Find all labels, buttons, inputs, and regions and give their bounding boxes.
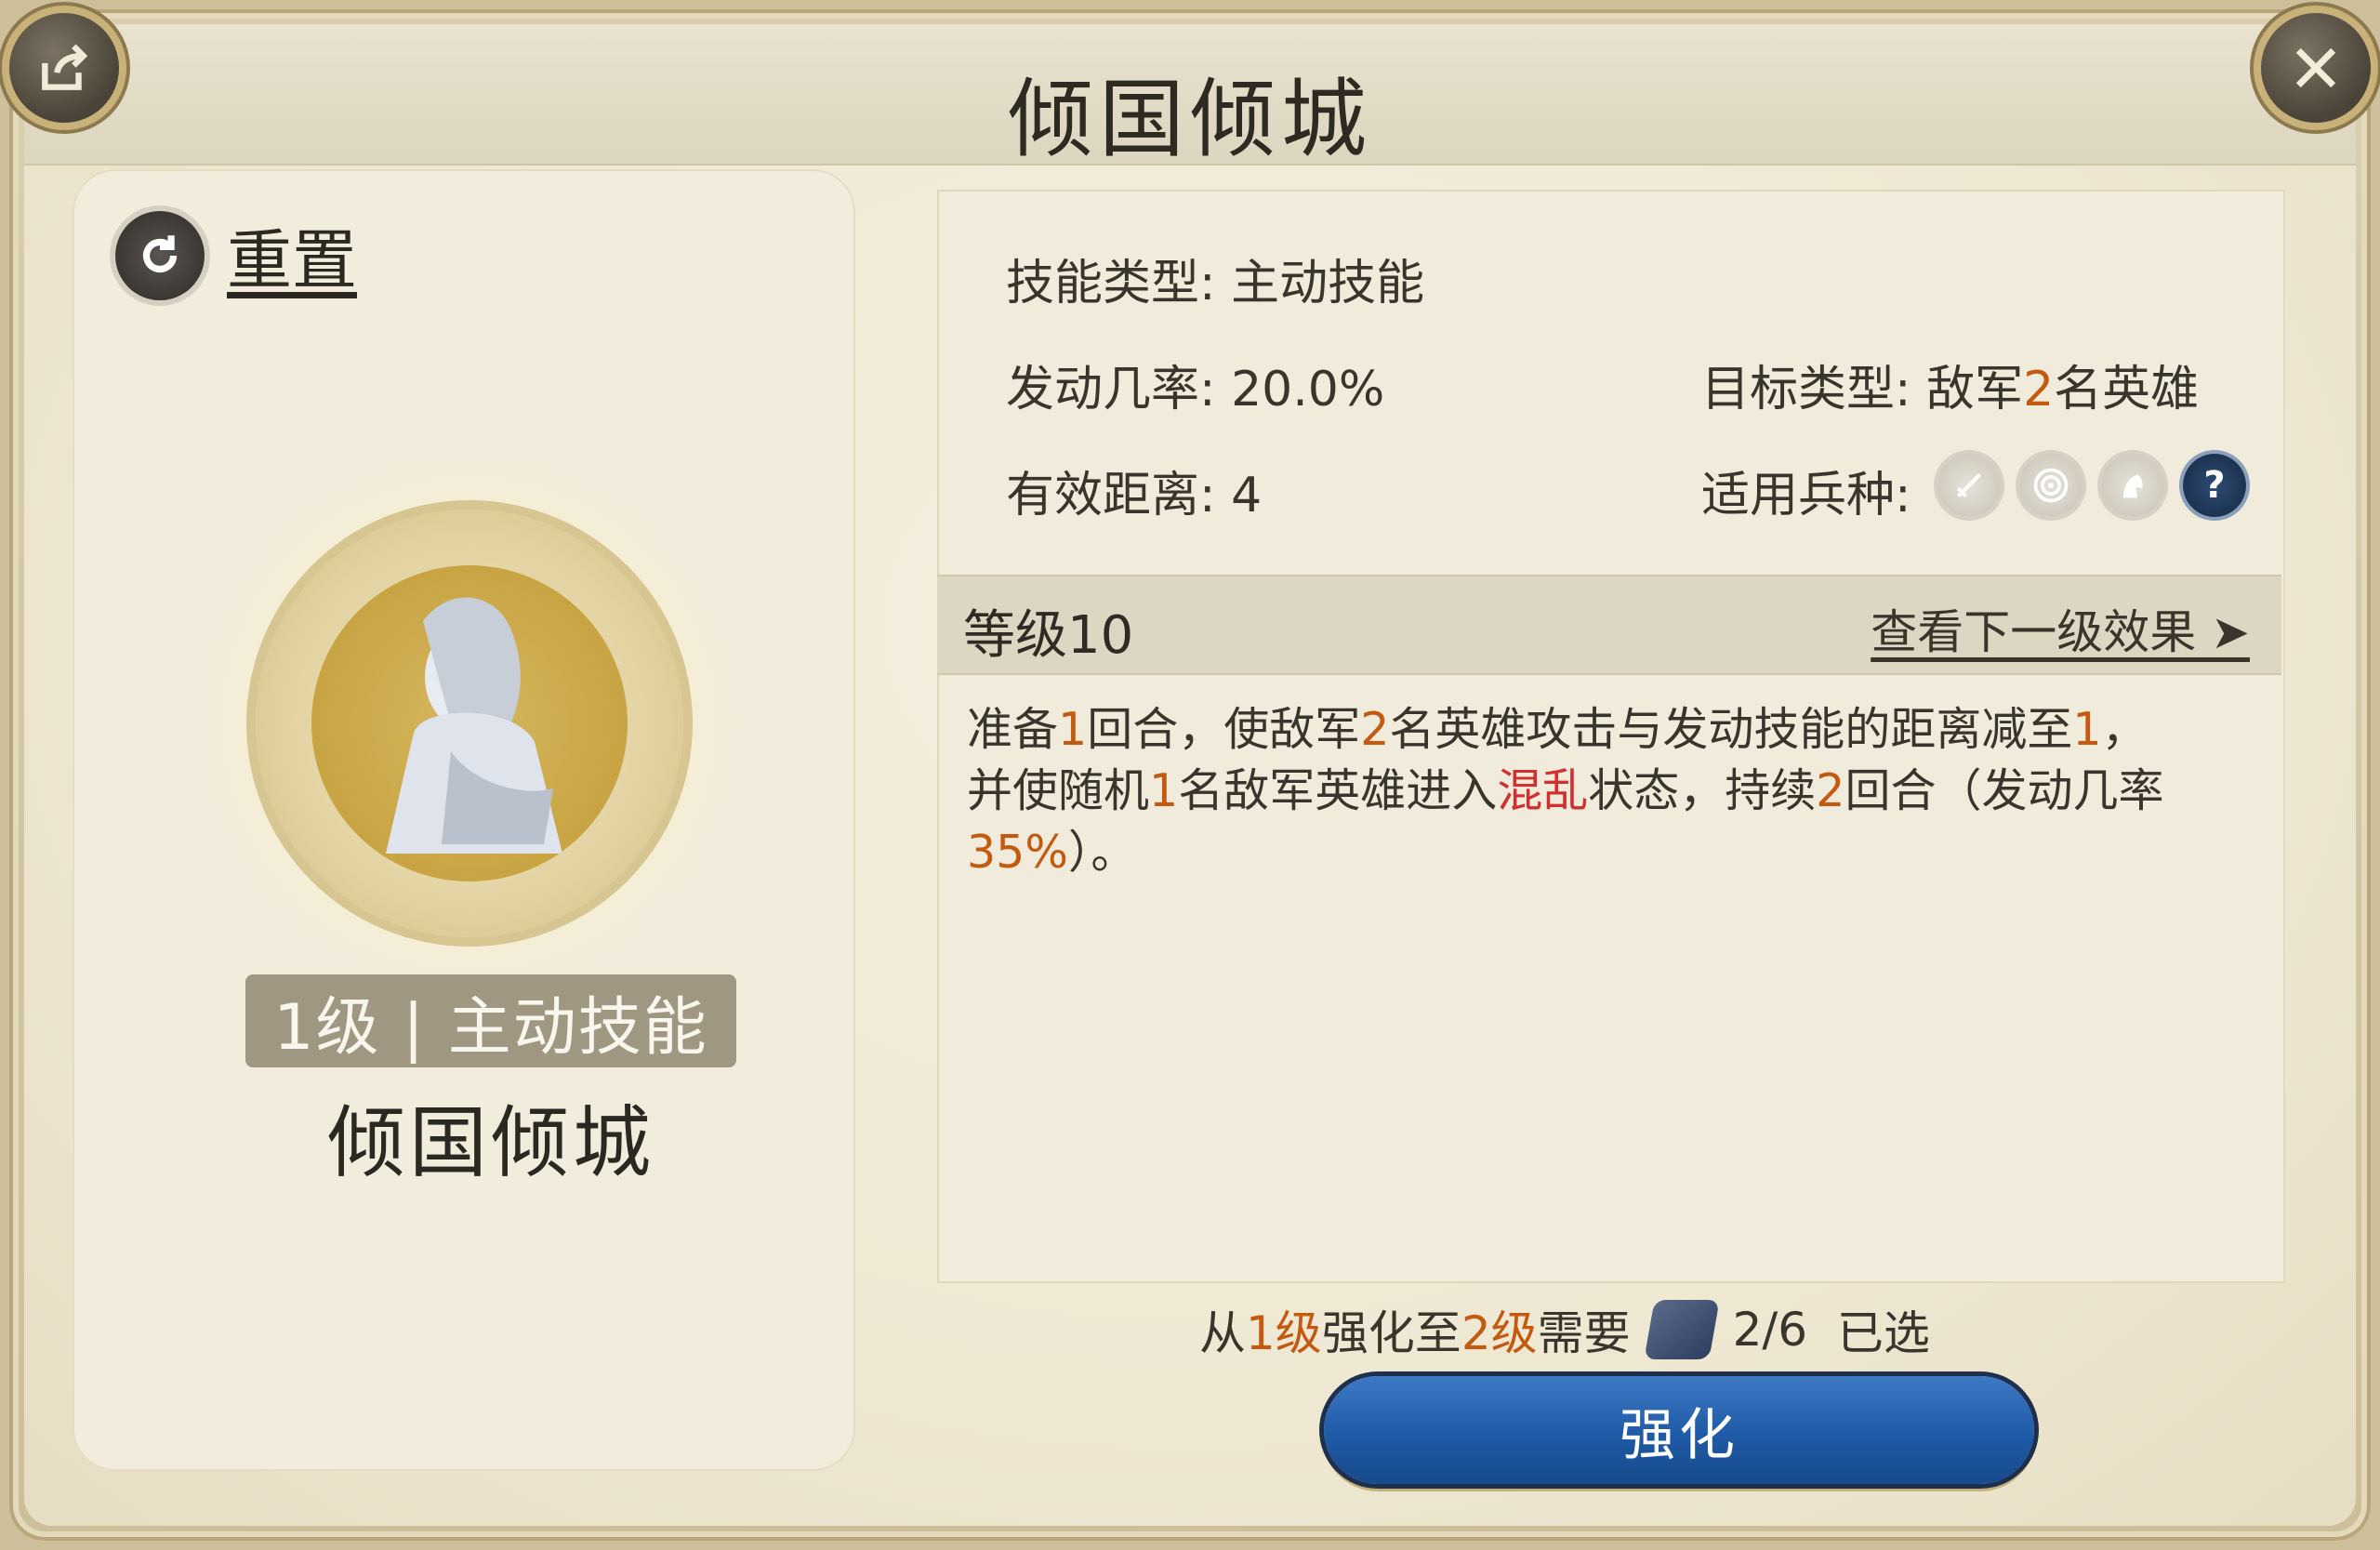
desc-text: 并使随机 — [967, 764, 1150, 817]
desc-number: 1 — [2072, 703, 2102, 756]
skill-name: 倾国倾城 — [326, 1097, 654, 1188]
desc-text: 状态，持续 — [1588, 764, 1817, 817]
infantry-icon[interactable] — [1937, 454, 2001, 517]
upgrade-amount-suffix: 已选 — [1836, 1306, 1930, 1360]
share-icon — [42, 44, 88, 90]
desc-number: 1 — [1149, 764, 1179, 817]
trigger-rate-label: 发动几率: — [1006, 362, 1216, 417]
help-icon[interactable]: ? — [2183, 454, 2246, 517]
skill-level-badge: 1级 | 主动技能 — [245, 974, 736, 1067]
range-value: 4 — [1231, 468, 1263, 523]
desc-text: 名敌军英雄进入 — [1178, 764, 1498, 817]
upgrade-from-text: 从 — [1199, 1306, 1246, 1360]
reset-label: 重置 — [227, 222, 357, 298]
skill-portrait — [256, 510, 683, 937]
archer-icon[interactable] — [2019, 454, 2082, 517]
desc-text: ）。 — [1067, 826, 1137, 879]
troop-type-icons: ? — [1937, 454, 2246, 517]
dialog-title: 倾国倾城 — [1007, 70, 1372, 169]
skill-book-icon — [1643, 1300, 1720, 1359]
target-type: 目标类型: 敌军2名英雄 — [1701, 350, 2199, 419]
desc-number: 1 — [1058, 703, 1088, 756]
close-icon — [2295, 47, 2336, 88]
desc-status-keyword: 混乱 — [1497, 764, 1589, 817]
share-button[interactable] — [9, 13, 119, 123]
desc-text: 名英雄攻击与发动技能的距离减至 — [1389, 703, 2073, 756]
reset-icon — [115, 210, 205, 300]
skill-type-value: 主动技能 — [1231, 256, 1425, 311]
skill-description: 准备1回合，使敌军2名英雄攻击与发动技能的距离减至1， 并使随机1名敌军英雄进入… — [967, 699, 2259, 883]
desc-text: 回合，使敌军 — [1087, 703, 1361, 756]
upgrade-to-text: 强化至 — [1321, 1306, 1461, 1360]
desc-number: 35% — [967, 826, 1068, 879]
skill-type: 技能类型: 主动技能 — [1006, 244, 1424, 313]
level-bar: 等级10 查看下一级效果 ➤ — [937, 575, 2281, 675]
close-button[interactable] — [2261, 13, 2371, 123]
hero-portrait-icon — [311, 565, 628, 881]
upgrade-need-text: 需要 — [1537, 1306, 1631, 1360]
target-count: 2 — [2023, 362, 2055, 417]
target-type-suffix: 名英雄 — [2054, 362, 2200, 417]
range-label: 有效距离: — [1006, 468, 1216, 523]
view-next-level-link[interactable]: 查看下一级效果 ➤ — [1871, 595, 2250, 662]
upgrade-amount: 2/6 — [1732, 1303, 1808, 1357]
effective-range: 有效距离: 4 — [1006, 456, 1262, 525]
target-type-label: 目标类型: — [1701, 362, 1911, 417]
desc-number: 2 — [1360, 703, 1390, 756]
reset-button[interactable]: 重置 — [115, 208, 357, 302]
desc-text: ， — [2101, 703, 2148, 756]
desc-number: 2 — [1816, 764, 1845, 817]
skill-type-label: 技能类型: — [1006, 256, 1216, 311]
help-glyph: ? — [2203, 464, 2226, 507]
upgrade-to-level: 2级 — [1461, 1306, 1538, 1360]
target-type-value: 敌军 — [1926, 362, 2024, 417]
desc-text: 准备 — [967, 703, 1059, 756]
troop-type-label: 适用兵种: — [1701, 468, 1911, 523]
trigger-rate-value: 20.0% — [1231, 362, 1385, 417]
cavalry-icon[interactable] — [2101, 454, 2164, 517]
title-bar: 倾国倾城 — [24, 24, 2356, 169]
upgrade-button[interactable]: 强化 — [1324, 1376, 2034, 1484]
upgrade-from-level: 1级 — [1246, 1306, 1322, 1360]
trigger-rate: 发动几率: 20.0% — [1006, 350, 1384, 419]
upgrade-requirement: 从 1级 强化至 2级 需要 2/6 已选 — [1199, 1296, 1930, 1363]
current-level: 等级10 — [963, 605, 1134, 666]
desc-text: 回合（发动几率 — [1844, 764, 2164, 817]
